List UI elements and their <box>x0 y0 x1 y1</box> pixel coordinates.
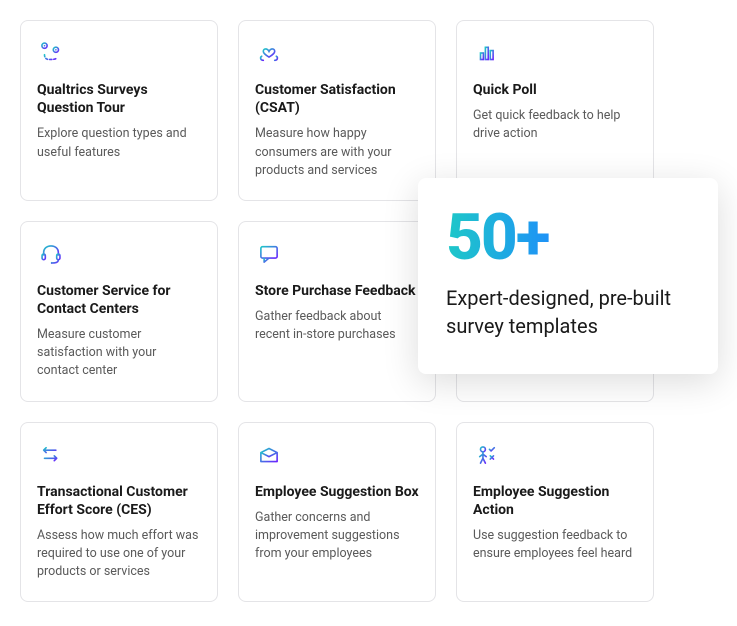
card-desc: Gather feedback about recent in-store pu… <box>255 308 419 344</box>
template-card[interactable]: Customer Satisfaction (CSAT) Measure how… <box>238 20 436 201</box>
card-title: Quick Poll <box>473 81 537 99</box>
card-title: Employee Suggestion Box <box>255 483 419 501</box>
route-pins-icon <box>37 39 65 67</box>
headset-icon <box>37 240 65 268</box>
card-title: Employee Suggestion Action <box>473 483 637 519</box>
heart-hands-icon <box>255 39 283 67</box>
template-card[interactable]: Customer Service for Contact Centers Mea… <box>20 221 218 402</box>
chat-bubble-icon <box>255 240 283 268</box>
bar-chart-icon <box>473 39 501 67</box>
card-title: Customer Service for Contact Centers <box>37 282 201 318</box>
person-check-icon <box>473 441 501 469</box>
template-card[interactable]: Employee Suggestion Box Gather concerns … <box>238 422 436 603</box>
suggestion-box-icon <box>255 441 283 469</box>
template-card[interactable]: Store Purchase Feedback Gather feedback … <box>238 221 436 402</box>
card-desc: Explore question types and useful featur… <box>37 125 201 161</box>
overlay-callout: 50+ Expert-designed, pre-built survey te… <box>418 178 718 374</box>
template-card[interactable]: Quick Poll Get quick feedback to help dr… <box>456 20 654 201</box>
card-desc: Use suggestion feedback to ensure employ… <box>473 527 637 563</box>
template-card[interactable]: Transactional Customer Effort Score (CES… <box>20 422 218 603</box>
card-desc: Assess how much effort was required to u… <box>37 527 201 581</box>
card-desc: Gather concerns and improvement suggesti… <box>255 509 419 563</box>
card-desc: Measure customer satisfaction with your … <box>37 326 201 380</box>
card-title: Qualtrics Surveys Question Tour <box>37 81 201 117</box>
card-desc: Get quick feedback to help drive action <box>473 107 637 143</box>
template-card[interactable]: Qualtrics Surveys Question Tour Explore … <box>20 20 218 201</box>
overlay-stat: 50+ <box>446 206 690 270</box>
arrows-swap-icon <box>37 441 65 469</box>
card-title: Transactional Customer Effort Score (CES… <box>37 483 201 519</box>
card-title: Store Purchase Feedback <box>255 282 416 300</box>
template-card[interactable]: Employee Suggestion Action Use suggestio… <box>456 422 654 603</box>
card-desc: Measure how happy consumers are with you… <box>255 125 419 179</box>
overlay-subtitle: Expert-designed, pre-built survey templa… <box>446 284 690 340</box>
card-title: Customer Satisfaction (CSAT) <box>255 81 419 117</box>
